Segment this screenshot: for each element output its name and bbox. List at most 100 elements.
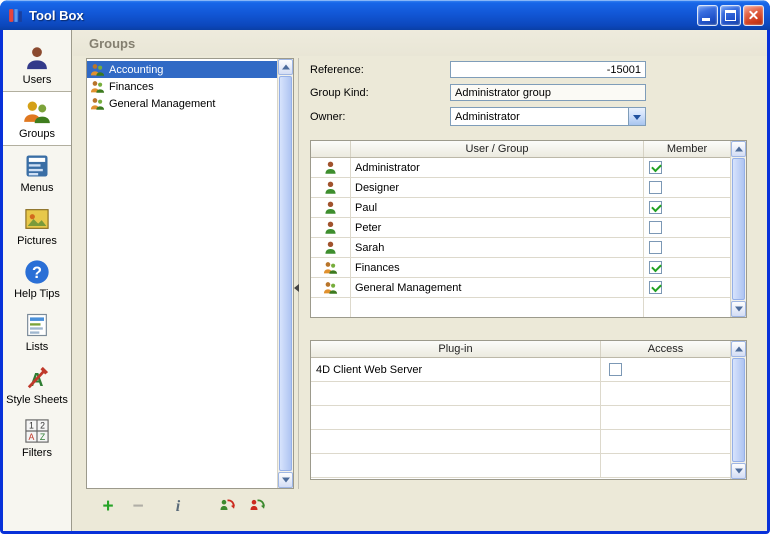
table-row[interactable]: Finances bbox=[311, 258, 730, 278]
plugins-table-scrollbar[interactable] bbox=[730, 341, 746, 479]
scrollbar-thumb[interactable] bbox=[279, 76, 292, 471]
member-checkbox[interactable] bbox=[649, 221, 662, 234]
groups-toolbar: + − i bbox=[86, 494, 301, 520]
group-name: Accounting bbox=[109, 64, 163, 76]
group-name: General Management bbox=[109, 98, 215, 110]
scroll-up-button[interactable] bbox=[731, 141, 746, 157]
user-group-column-header[interactable]: User / Group bbox=[351, 141, 644, 157]
export-users-button[interactable] bbox=[245, 495, 269, 519]
scroll-up-button[interactable] bbox=[731, 341, 746, 357]
access-column-header[interactable]: Access bbox=[601, 341, 730, 357]
group-name: Finances bbox=[109, 81, 154, 93]
scroll-down-button[interactable] bbox=[731, 463, 746, 479]
members-table: User / Group Member Administrator Design… bbox=[310, 140, 747, 318]
groups-icon bbox=[23, 98, 51, 126]
sidebar-item-users[interactable]: Users bbox=[3, 38, 71, 91]
scrollbar-thumb[interactable] bbox=[732, 358, 745, 462]
member-name: Administrator bbox=[351, 158, 644, 177]
arrow-down-icon bbox=[282, 478, 290, 483]
svg-text:2: 2 bbox=[40, 421, 45, 431]
group-list-item[interactable]: Accounting bbox=[87, 61, 277, 78]
plugins-table-header: Plug-in Access bbox=[311, 341, 730, 358]
member-checkbox[interactable] bbox=[649, 201, 662, 214]
owner-value: Administrator bbox=[451, 111, 628, 123]
svg-text:A: A bbox=[28, 432, 34, 442]
arrow-down-icon bbox=[735, 469, 743, 474]
plugin-name: 4D Client Web Server bbox=[311, 358, 601, 381]
member-checkbox[interactable] bbox=[649, 281, 662, 294]
icon-column-header[interactable] bbox=[311, 141, 351, 157]
table-row[interactable]: General Management bbox=[311, 278, 730, 298]
table-row[interactable]: 4D Client Web Server bbox=[311, 358, 730, 382]
sidebar-item-label: Menus bbox=[20, 182, 53, 194]
empty-table-row[interactable] bbox=[311, 298, 730, 317]
scroll-down-button[interactable] bbox=[278, 472, 293, 488]
sidebar-item-label: Help Tips bbox=[14, 288, 60, 300]
access-checkbox[interactable] bbox=[609, 363, 622, 376]
export-users-icon bbox=[248, 496, 266, 519]
maximize-button[interactable] bbox=[720, 5, 741, 26]
import-users-button[interactable] bbox=[215, 495, 239, 519]
table-row[interactable]: Designer bbox=[311, 178, 730, 198]
collapse-arrow-icon bbox=[294, 284, 299, 292]
member-checkbox[interactable] bbox=[649, 181, 662, 194]
group-list-item[interactable]: General Management bbox=[87, 95, 277, 112]
table-row[interactable]: Peter bbox=[311, 218, 730, 238]
svg-text:1: 1 bbox=[29, 421, 34, 431]
info-button[interactable]: i bbox=[166, 495, 190, 519]
table-row[interactable]: Sarah bbox=[311, 238, 730, 258]
splitter[interactable] bbox=[296, 58, 301, 489]
group-kind-value: Administrator group bbox=[455, 87, 551, 99]
empty-table-row[interactable] bbox=[311, 382, 730, 406]
arrow-up-icon bbox=[735, 147, 743, 152]
sidebar-item-help-tips[interactable]: ? Help Tips bbox=[3, 252, 71, 305]
owner-dropdown[interactable]: Administrator bbox=[450, 107, 646, 126]
minimize-icon bbox=[702, 18, 710, 21]
users-icon bbox=[23, 44, 51, 72]
member-column-header[interactable]: Member bbox=[644, 141, 730, 157]
empty-table-row[interactable] bbox=[311, 454, 730, 478]
remove-group-button[interactable]: − bbox=[126, 495, 150, 519]
minimize-button[interactable] bbox=[697, 5, 718, 26]
user-icon bbox=[323, 240, 338, 255]
scroll-up-button[interactable] bbox=[278, 59, 293, 75]
groups-list-scrollbar[interactable] bbox=[277, 59, 293, 488]
members-table-header: User / Group Member bbox=[311, 141, 730, 158]
lists-icon bbox=[23, 311, 51, 339]
page-header: Groups bbox=[73, 30, 767, 56]
empty-table-row[interactable] bbox=[311, 430, 730, 454]
menus-icon bbox=[23, 152, 51, 180]
plugins-table: Plug-in Access 4D Client Web Server bbox=[310, 340, 747, 480]
sidebar-item-style-sheets[interactable]: A Style Sheets bbox=[3, 358, 71, 411]
group-list-item[interactable]: Finances bbox=[87, 78, 277, 95]
arrow-up-icon bbox=[282, 65, 290, 70]
scrollbar-thumb[interactable] bbox=[732, 158, 745, 300]
member-checkbox[interactable] bbox=[649, 241, 662, 254]
member-name: Sarah bbox=[351, 238, 644, 257]
empty-table-row[interactable] bbox=[311, 406, 730, 430]
table-row[interactable]: Administrator bbox=[311, 158, 730, 178]
sidebar-item-filters[interactable]: 1 2 A Z Filters bbox=[3, 411, 71, 464]
svg-text:Z: Z bbox=[40, 432, 46, 442]
sidebar-item-groups[interactable]: Groups bbox=[3, 91, 71, 146]
scroll-down-button[interactable] bbox=[731, 301, 746, 317]
member-name: General Management bbox=[351, 278, 644, 297]
plugin-column-header[interactable]: Plug-in bbox=[311, 341, 601, 357]
group-kind-field[interactable]: Administrator group bbox=[450, 84, 646, 101]
title-bar[interactable]: Tool Box bbox=[0, 0, 770, 30]
member-checkbox[interactable] bbox=[649, 261, 662, 274]
plus-icon: + bbox=[102, 496, 113, 518]
sidebar: Users Groups bbox=[3, 30, 72, 531]
sidebar-item-lists[interactable]: Lists bbox=[3, 305, 71, 358]
sidebar-item-menus[interactable]: Menus bbox=[3, 146, 71, 199]
table-row[interactable]: Paul bbox=[311, 198, 730, 218]
reference-field[interactable]: -15001 bbox=[450, 61, 646, 78]
client-area: Users Groups bbox=[3, 30, 767, 531]
members-table-scrollbar[interactable] bbox=[730, 141, 746, 317]
member-checkbox[interactable] bbox=[649, 161, 662, 174]
dropdown-button[interactable] bbox=[628, 108, 645, 125]
svg-text:?: ? bbox=[32, 264, 42, 282]
sidebar-item-pictures[interactable]: Pictures bbox=[3, 199, 71, 252]
close-button[interactable] bbox=[743, 5, 764, 26]
add-group-button[interactable]: + bbox=[96, 495, 120, 519]
